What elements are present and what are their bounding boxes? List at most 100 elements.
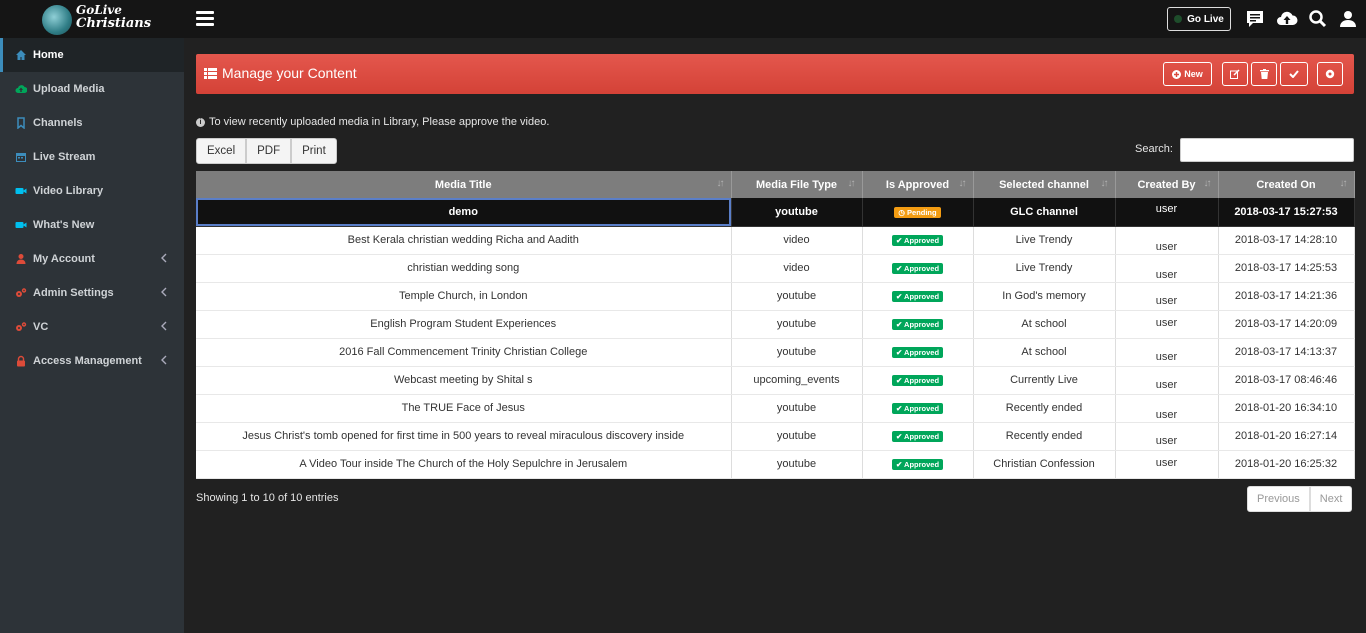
table-row[interactable]: Jesus Christ's tomb opened for first tim…: [196, 422, 1355, 451]
approval-cell: ✔ Approved: [862, 282, 974, 311]
edit-button[interactable]: [1222, 62, 1248, 86]
check-circle-icon: ✔: [895, 432, 905, 441]
pdf-button[interactable]: PDF: [246, 138, 292, 164]
menu-toggle-icon[interactable]: [196, 11, 214, 27]
status-badge: ✔ Approved: [891, 319, 944, 330]
video-camera-icon: [15, 188, 27, 194]
table-body: demo youtube ◷ Pending GLC channel user 2018-…: [196, 198, 1355, 479]
delete-button[interactable]: [1251, 62, 1277, 86]
table-row[interactable]: Temple Church, in London youtube ✔ Approve…: [196, 282, 1355, 311]
table-row[interactable]: Best Kerala christian wedding Richa and …: [196, 226, 1355, 255]
approve-button[interactable]: [1280, 62, 1308, 86]
sort-icon: ↓↑: [1100, 178, 1109, 189]
page-title: Manage your Content: [204, 65, 357, 81]
created-by-cell: user: [1115, 254, 1219, 283]
channel-cell: Recently ended: [973, 422, 1116, 451]
new-button[interactable]: New: [1163, 62, 1212, 86]
previous-button[interactable]: Previous: [1247, 486, 1310, 512]
cloud-upload-icon[interactable]: [1276, 9, 1298, 29]
check-circle-icon: ✔: [895, 460, 905, 469]
settings-button[interactable]: [1317, 62, 1343, 86]
status-text: Approved: [904, 376, 940, 385]
column-header[interactable]: Media Title ↓↑: [196, 171, 732, 198]
sidebar-item-label: My Account: [33, 253, 95, 265]
check-circle-icon: ✔: [895, 292, 905, 301]
sidebar-item-home[interactable]: Home: [0, 38, 184, 72]
sidebar-item-upload-media[interactable]: Upload Media: [0, 72, 184, 106]
sidebar-item-channels[interactable]: Channels: [0, 106, 184, 140]
created-by-text: user: [1155, 379, 1178, 391]
channel-cell: In God's memory: [973, 282, 1116, 311]
media-type-cell: upcoming_events: [731, 366, 863, 395]
top-navbar: GoLive Christians Go Live: [0, 0, 1366, 38]
sidebar-item-video-library[interactable]: Video Library: [0, 174, 184, 208]
table-row[interactable]: A Video Tour inside The Church of the Ho…: [196, 450, 1355, 479]
column-header[interactable]: Created By ↓↑: [1115, 171, 1219, 198]
created-by-cell: user: [1115, 226, 1219, 255]
sort-icon: ↓↑: [716, 178, 725, 189]
column-header[interactable]: Is Approved ↓↑: [862, 171, 974, 198]
plus-circle-icon: [1172, 69, 1182, 79]
media-title-cell: Webcast meeting by Shital s: [196, 366, 732, 395]
go-live-button[interactable]: Go Live: [1167, 7, 1231, 31]
brand-logo[interactable]: GoLive Christians: [40, 3, 151, 37]
column-header[interactable]: Created On ↓↑: [1218, 171, 1355, 198]
cloud-upload-icon: [15, 85, 27, 93]
sidebar-item-vc[interactable]: VC: [0, 310, 184, 344]
status-badge: ✔ Approved: [891, 263, 944, 274]
search-icon[interactable]: [1308, 9, 1328, 29]
created-by-cell: user: [1115, 338, 1219, 367]
created-on-cell: 2018-03-17 08:46:46: [1218, 366, 1355, 395]
content-header: Manage your Content New: [196, 54, 1354, 94]
created-on-cell: 2018-01-20 16:34:10: [1218, 394, 1355, 423]
lock-icon: [17, 355, 25, 367]
status-badge: ✔ Approved: [891, 347, 944, 358]
media-title-cell: christian wedding song: [196, 254, 732, 283]
table-row[interactable]: The TRUE Face of Jesus youtube ✔ Approved R…: [196, 394, 1355, 423]
table-row[interactable]: Webcast meeting by Shital s upcoming_even…: [196, 366, 1355, 395]
sidebar-item-access-management[interactable]: Access Management: [0, 344, 184, 378]
table-info: Showing 1 to 10 of 10 entries: [196, 492, 339, 504]
check-circle-icon: ✔: [895, 376, 905, 385]
media-type-cell: youtube: [731, 422, 863, 451]
chat-icon[interactable]: [1245, 9, 1265, 29]
sidebar-item-admin-settings[interactable]: Admin Settings: [0, 276, 184, 310]
sidebar-item-whats-new[interactable]: What's New: [0, 208, 184, 242]
search-input[interactable]: [1180, 138, 1354, 162]
created-on-cell: 2018-03-17 14:13:37: [1218, 338, 1355, 367]
chevron-left-icon: [161, 321, 167, 331]
sidebar-item-my-account[interactable]: My Account: [0, 242, 184, 276]
approval-cell: ✔ Approved: [862, 254, 974, 283]
print-button[interactable]: Print: [291, 138, 337, 164]
channel-cell: Live Trendy: [973, 254, 1116, 283]
table-row[interactable]: English Program Student Experiences youtu…: [196, 310, 1355, 339]
table-row[interactable]: 2016 Fall Commencement Trinity Christian…: [196, 338, 1355, 367]
sidebar-item-label: What's New: [33, 219, 95, 231]
status-badge: ◷ Pending: [894, 206, 941, 218]
created-on-cell: 2018-03-17 14:25:53: [1218, 254, 1355, 283]
sidebar-item-label: Upload Media: [33, 83, 105, 95]
brand-name: GoLive Christians: [76, 3, 151, 31]
excel-button[interactable]: Excel: [196, 138, 247, 164]
created-by-text: user: [1155, 295, 1178, 307]
column-header[interactable]: Selected channel ↓↑: [973, 171, 1116, 198]
next-button[interactable]: Next: [1309, 486, 1353, 512]
channel-cell: At school: [973, 338, 1116, 367]
status-text: Approved: [904, 348, 940, 357]
created-by-cell: user: [1115, 450, 1219, 479]
media-title-cell: 2016 Fall Commencement Trinity Christian…: [196, 338, 732, 367]
user-icon[interactable]: [1338, 9, 1358, 29]
created-by-cell: user: [1115, 422, 1219, 451]
gear-icon: [1325, 69, 1335, 79]
approval-cell: ◷ Pending: [862, 198, 974, 227]
sidebar-item-live-stream[interactable]: Live Stream: [0, 140, 184, 174]
table-row[interactable]: christian wedding song video ✔ Approved Liv…: [196, 254, 1355, 283]
info-message: i To view recently uploaded media in Lib…: [196, 116, 549, 128]
approval-cell: ✔ Approved: [862, 394, 974, 423]
channel-cell: GLC channel: [973, 198, 1116, 227]
status-badge: ✔ Approved: [891, 459, 944, 470]
content-table: Media Title ↓↑ Media File Type ↓↑ Is Approve…: [196, 171, 1355, 479]
table-row[interactable]: demo youtube ◷ Pending GLC channel user 2018-…: [196, 198, 1355, 227]
column-header[interactable]: Media File Type ↓↑: [731, 171, 863, 198]
status-text: Pending: [907, 207, 937, 217]
